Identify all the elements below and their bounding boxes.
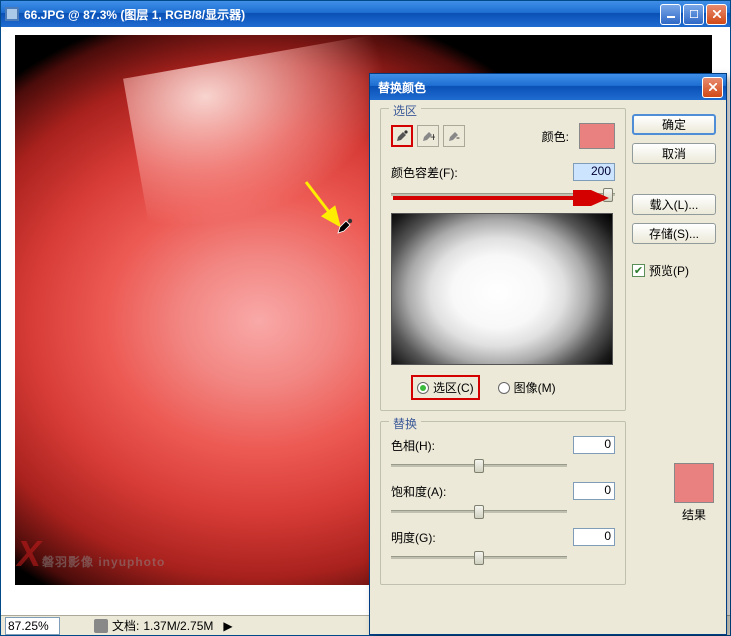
cancel-button[interactable]: 取消: [632, 143, 716, 164]
doc-size-info: 文档: 1.37M/2.75M ▶: [94, 617, 233, 634]
lightness-slider[interactable]: [391, 550, 615, 568]
selection-color-swatch[interactable]: [579, 123, 615, 149]
radio-image[interactable]: 图像(M): [498, 379, 556, 396]
radio-selection[interactable]: 选区(C): [417, 379, 474, 396]
hue-input[interactable]: 0: [573, 436, 615, 454]
eyedropper-cursor-icon: [336, 217, 354, 238]
color-label: 颜色:: [542, 128, 569, 145]
saturation-slider-thumb[interactable]: [474, 505, 484, 519]
minimize-button[interactable]: [660, 4, 681, 25]
hue-label: 色相(H):: [391, 437, 451, 454]
eyedropper-add-tool[interactable]: +: [417, 125, 439, 147]
save-button[interactable]: 存储(S)...: [632, 223, 716, 244]
ok-button[interactable]: 确定: [632, 114, 716, 135]
hue-slider-thumb[interactable]: [474, 459, 484, 473]
result-swatch-wrap: 结果: [674, 463, 714, 523]
fuzziness-slider-thumb[interactable]: [603, 188, 613, 202]
replace-color-dialog: 替换颜色 确定 取消 载入(L)... 存储(S)... ✔ 预览(P) 选区: [369, 73, 727, 635]
lightness-input[interactable]: 0: [573, 528, 615, 546]
window-titlebar[interactable]: 66.JPG @ 87.3% (图层 1, RGB/8/显示器): [1, 1, 730, 27]
hue-slider[interactable]: [391, 458, 615, 476]
watermark: X磐羽影像 inyuphoto: [17, 533, 165, 575]
fuzziness-input[interactable]: 200: [573, 163, 615, 181]
lightness-label: 明度(G):: [391, 529, 451, 546]
dialog-close-button[interactable]: [702, 77, 723, 98]
saturation-slider[interactable]: [391, 504, 615, 522]
load-button[interactable]: 载入(L)...: [632, 194, 716, 215]
radio-image-input[interactable]: [498, 382, 510, 394]
radio-selection-input[interactable]: [417, 382, 429, 394]
lightness-slider-thumb[interactable]: [474, 551, 484, 565]
selection-radio-highlight: 选区(C): [411, 375, 480, 400]
saturation-label: 饱和度(A):: [391, 483, 451, 500]
preview-checkbox[interactable]: ✔: [632, 264, 645, 277]
doc-info-icon: [94, 619, 108, 633]
fuzziness-label: 颜色容差(F):: [391, 164, 573, 181]
fuzziness-slider[interactable]: [391, 187, 615, 203]
zoom-input[interactable]: 87.25%: [5, 617, 60, 635]
maximize-button[interactable]: [683, 4, 704, 25]
app-icon: [4, 6, 20, 22]
eyedropper-subtract-tool[interactable]: -: [443, 125, 465, 147]
replacement-legend: 替换: [389, 415, 421, 432]
window-title: 66.JPG @ 87.3% (图层 1, RGB/8/显示器): [24, 6, 660, 23]
selection-fieldset: 选区 + - 颜色: 颜色容差(F): 200: [380, 108, 626, 411]
close-button[interactable]: [706, 4, 727, 25]
result-label: 结果: [674, 506, 714, 523]
svg-text:-: -: [456, 130, 460, 143]
svg-text:+: +: [430, 130, 435, 143]
saturation-input[interactable]: 0: [573, 482, 615, 500]
eyedropper-tool[interactable]: [391, 125, 413, 147]
dialog-titlebar[interactable]: 替换颜色: [370, 74, 726, 100]
selection-legend: 选区: [389, 102, 421, 119]
replacement-fieldset: 替换 色相(H): 0 饱和度(A): 0 明度(G):: [380, 421, 626, 585]
dialog-title: 替换颜色: [373, 79, 702, 96]
selection-preview: [391, 213, 613, 365]
result-color-swatch[interactable]: [674, 463, 714, 503]
preview-label: 预览(P): [649, 262, 689, 279]
preview-checkbox-row[interactable]: ✔ 预览(P): [632, 262, 716, 279]
